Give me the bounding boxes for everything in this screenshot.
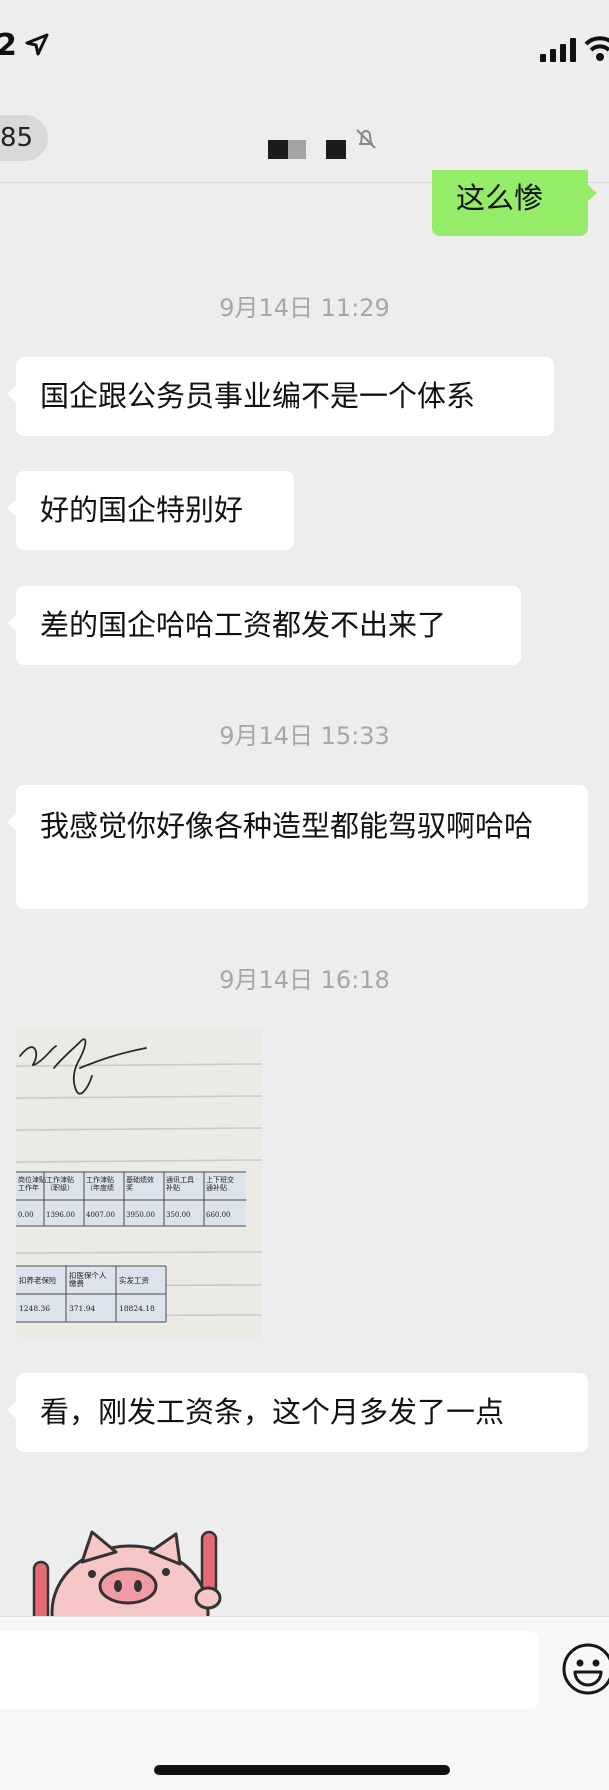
location-arrow-icon [25, 33, 49, 56]
payslip-value: 18824.18 [119, 1304, 155, 1313]
message-bubble-incoming[interactable]: 我感觉你好像各种造型都能驾驭啊哈哈 [7, 785, 588, 909]
payslip-header: 工作津贴（年度绩 [86, 1175, 114, 1192]
payslip-header: 扣养老保险 [19, 1275, 57, 1285]
pig-sticker-icon [32, 1530, 222, 1616]
image-message-payslip[interactable]: 岗位津贴工作年 工作津贴（职级） 工作津贴（年度绩 基础绩效奖 通讯工具补贴 上… [16, 1028, 262, 1338]
payslip-photo: 岗位津贴工作年 工作津贴（职级） 工作津贴（年度绩 基础绩效奖 通讯工具补贴 上… [16, 1028, 262, 1338]
payslip-header: 实发工资 [119, 1275, 149, 1285]
home-indicator [154, 1765, 450, 1775]
payslip-value: 660.00 [206, 1211, 231, 1219]
redacted-block [326, 139, 346, 159]
message-text: 这么惨 [456, 181, 544, 215]
payslip-value: 1248.36 [19, 1304, 50, 1313]
message-bubble-incoming[interactable]: 看，刚发工资条，这个月多发了一点 [7, 1373, 588, 1452]
status-bar: 2 [0, 0, 609, 100]
message-text: 差的国企哈哈工资都发不出来了 [40, 608, 447, 642]
redacted-block [268, 139, 288, 159]
message-timestamp: 9月14日 11:29 [219, 294, 390, 322]
sticker-message[interactable] [30, 1526, 230, 1616]
message-bubble-incoming[interactable]: 好的国企特别好 [7, 471, 294, 550]
redacted-block [288, 139, 306, 159]
payslip-value: 1396.00 [46, 1211, 75, 1219]
message-input[interactable] [0, 1631, 538, 1709]
message-text: 国企跟公务员事业编不是一个体系 [40, 379, 476, 413]
message-text: 好的国企特别好 [40, 493, 244, 527]
status-time: 2 [0, 28, 18, 63]
message-timestamp: 9月14日 15:33 [219, 722, 390, 750]
mute-bell-icon [356, 129, 376, 149]
payslip-value: 371.94 [69, 1304, 95, 1313]
message-text: 看，刚发工资条，这个月多发了一点 [40, 1395, 505, 1429]
emoji-smile-icon[interactable] [560, 1641, 609, 1697]
message-text: 我感觉你好像各种造型都能驾驭啊哈哈 [40, 809, 534, 843]
payslip-value: 0.00 [18, 1211, 34, 1219]
back-button-unread-badge[interactable]: 85 [0, 115, 48, 161]
message-bubble-incoming[interactable]: 差的国企哈哈工资都发不出来了 [7, 586, 521, 665]
payslip-value: 3950.00 [126, 1211, 155, 1219]
wifi-icon [584, 36, 609, 61]
payslip-value: 350.00 [166, 1211, 191, 1219]
message-timestamp: 9月14日 16:18 [219, 966, 390, 994]
message-bubble-incoming[interactable]: 国企跟公务员事业编不是一个体系 [7, 357, 554, 436]
payslip-header: 工作津贴（职级） [46, 1175, 74, 1192]
message-bubble-outgoing[interactable]: 这么惨 [432, 170, 597, 236]
chat-title-redacted [268, 138, 346, 160]
cellular-signal-icon [540, 38, 576, 62]
unread-count: 85 [0, 123, 34, 153]
payslip-value: 4007.00 [86, 1211, 115, 1219]
input-bar [0, 1616, 609, 1790]
